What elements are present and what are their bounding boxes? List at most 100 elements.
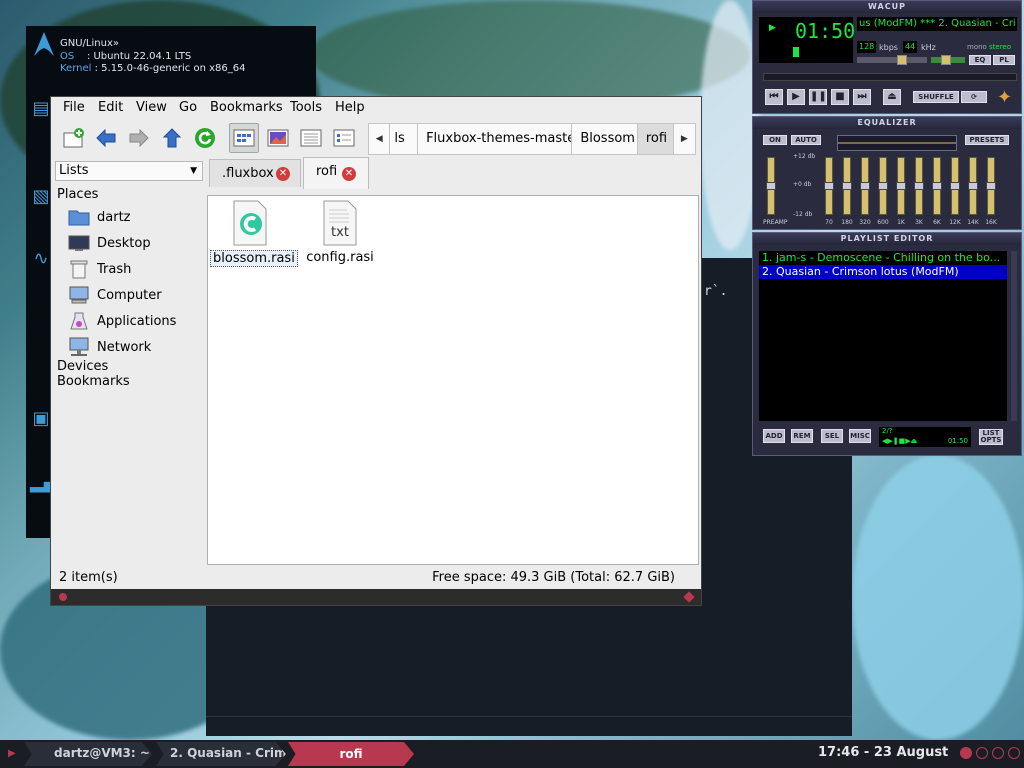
taskbar-item-terminal[interactable]: dartz@VM3: ~ — [24, 742, 152, 766]
taskbar-item-winamp[interactable]: 2. Quasian - Crims — [156, 742, 286, 766]
playlist-item-current[interactable]: 2. Quasian - Crimson lotus (ModFM) — [759, 265, 1007, 279]
tab-rofi[interactable]: rofi ✕ — [303, 157, 369, 189]
playlist-item[interactable]: 1. jam-s - Demoscene - Chilling on the b… — [759, 251, 1007, 265]
eq-slider-thumb[interactable] — [914, 182, 924, 190]
breadcrumb-item-blossom[interactable]: Blossom — [572, 124, 638, 154]
reload-button[interactable] — [190, 123, 220, 153]
eq-band-slider[interactable] — [896, 157, 906, 215]
eq-slider-thumb[interactable] — [824, 182, 834, 190]
menu-edit[interactable]: Edit — [98, 100, 123, 115]
eq-band-slider[interactable] — [950, 157, 960, 215]
thumbnail-view-button[interactable] — [263, 123, 293, 153]
file-manager-window[interactable]: File Edit View Go Bookmarks Tools Help ◀… — [50, 96, 702, 606]
terminal-scrollbar[interactable] — [206, 716, 852, 726]
eq-on-button[interactable]: ON — [763, 135, 787, 145]
taskbar-item-rofi[interactable]: rofi — [288, 742, 414, 766]
eq-presets-button[interactable]: PRESETS — [965, 135, 1009, 145]
up-button[interactable] — [157, 123, 187, 153]
file-item-blossom-rasi[interactable]: blossom.rasi — [210, 200, 298, 267]
playlist-scrollbar[interactable] — [1011, 251, 1017, 421]
eq-band-slider[interactable] — [914, 157, 924, 215]
playlist-mini-controls[interactable]: ◀▶❚■▶⏏ — [882, 437, 917, 445]
playlist-remove-button[interactable]: REM — [791, 429, 813, 443]
eq-slider-thumb[interactable] — [986, 182, 996, 190]
tab-fluxbox[interactable]: .fluxbox ✕ — [209, 159, 301, 187]
breadcrumb-scroll-left[interactable]: ◀ — [369, 124, 391, 154]
icon-view-button[interactable] — [229, 123, 259, 153]
playlist-add-button[interactable]: ADD — [763, 429, 785, 443]
winamp-equalizer-window[interactable]: EQUALIZER ON AUTO PRESETS +12 db +0 db -… — [752, 116, 1022, 230]
eq-preamp-slider[interactable] — [766, 157, 776, 215]
sidebar-item-computer[interactable]: Computer — [67, 283, 207, 307]
stop-button[interactable]: ■ — [831, 89, 849, 105]
eq-slider-thumb[interactable] — [860, 182, 870, 190]
balance-thumb[interactable] — [941, 55, 951, 65]
eq-slider-thumb[interactable] — [950, 182, 960, 190]
menu-bookmarks[interactable]: Bookmarks — [210, 100, 283, 115]
play-button[interactable]: ▶ — [787, 89, 805, 105]
devices-header[interactable]: Devices — [57, 359, 108, 374]
detailed-view-button[interactable] — [329, 123, 359, 153]
shuffle-button[interactable]: SHUFFLE — [913, 91, 959, 103]
menu-tools[interactable]: Tools — [290, 100, 322, 115]
eq-band-slider[interactable] — [878, 157, 888, 215]
playlist-select-button[interactable]: SEL — [821, 429, 843, 443]
eq-slider-thumb[interactable] — [878, 182, 888, 190]
repeat-button[interactable]: ⟳ — [961, 91, 987, 103]
workspace-2-icon[interactable] — [976, 747, 988, 759]
close-icon[interactable]: ✕ — [276, 167, 290, 181]
eq-slider-thumb[interactable] — [932, 182, 942, 190]
eq-auto-button[interactable]: AUTO — [791, 135, 821, 145]
balance-slider[interactable] — [931, 55, 965, 65]
compact-view-button[interactable] — [296, 123, 326, 153]
eq-slider-thumb[interactable] — [896, 182, 906, 190]
eject-button[interactable]: ⏏ — [883, 89, 901, 105]
menu-view[interactable]: View — [136, 100, 167, 115]
menu-go[interactable]: Go — [179, 100, 197, 115]
sidebar-item-applications[interactable]: Applications — [67, 309, 207, 333]
eq-band-slider[interactable] — [860, 157, 870, 215]
resize-grip-left[interactable] — [59, 593, 67, 601]
workspace-4-icon[interactable] — [1008, 747, 1020, 759]
eq-toggle-button[interactable]: EQ — [969, 55, 991, 65]
resize-grip-right[interactable] — [683, 591, 695, 603]
file-view[interactable]: blossom.rasi txt config.rasi — [207, 195, 699, 565]
forward-button[interactable] — [124, 123, 154, 153]
workspace-1-icon[interactable] — [960, 747, 972, 759]
eq-slider-thumb[interactable] — [842, 182, 852, 190]
eq-slider-thumb[interactable] — [766, 182, 776, 190]
winamp-main-window[interactable]: WACUP ▶ 01:50 us (ModFM) *** 2. Quasian … — [752, 0, 1022, 114]
workspace-3-icon[interactable] — [992, 747, 1004, 759]
taskbar-menu-icon[interactable]: ▶ — [8, 748, 16, 759]
file-item-config-rasi[interactable]: txt config.rasi — [300, 200, 380, 265]
breadcrumb-scroll-right[interactable]: ▶ — [673, 124, 695, 154]
sidebar-item-network[interactable]: Network — [67, 335, 207, 359]
playlist-toggle-button[interactable]: PL — [993, 55, 1015, 65]
pause-button[interactable]: ❚❚ — [809, 89, 827, 105]
eq-band-slider[interactable] — [932, 157, 942, 215]
next-button[interactable]: ⏭ — [853, 89, 871, 105]
playlist-list-options-button[interactable]: LIST OPTS — [979, 429, 1003, 445]
volume-thumb[interactable] — [897, 55, 907, 65]
bookmarks-header[interactable]: Bookmarks — [57, 374, 130, 389]
new-tab-button[interactable] — [59, 123, 89, 153]
menu-file[interactable]: File — [63, 100, 85, 115]
winamp-playlist-window[interactable]: PLAYLIST EDITOR 1. jam-s - Demoscene - C… — [752, 232, 1022, 456]
eq-band-slider[interactable] — [824, 157, 834, 215]
breadcrumb-item-fluxbox-themes[interactable]: Fluxbox-themes-master — [418, 124, 573, 154]
playlist-area[interactable]: 1. jam-s - Demoscene - Chilling on the b… — [759, 251, 1007, 421]
sidebar-item-dartz[interactable]: dartz — [67, 205, 207, 229]
sidebar-item-desktop[interactable]: Desktop — [67, 231, 207, 255]
back-button[interactable] — [91, 123, 121, 153]
close-icon[interactable]: ✕ — [342, 167, 356, 181]
seek-bar[interactable] — [763, 73, 1017, 81]
eq-band-slider[interactable] — [986, 157, 996, 215]
eq-slider-thumb[interactable] — [968, 182, 978, 190]
sidebar-item-trash[interactable]: Trash — [67, 257, 207, 281]
side-pane-mode-select[interactable]: Lists ▼ — [55, 161, 203, 181]
eq-band-slider[interactable] — [842, 157, 852, 215]
previous-button[interactable]: ⏮ — [765, 89, 783, 105]
breadcrumb-item-rofi[interactable]: rofi — [637, 124, 674, 154]
menu-help[interactable]: Help — [335, 100, 365, 115]
eq-band-slider[interactable] — [968, 157, 978, 215]
